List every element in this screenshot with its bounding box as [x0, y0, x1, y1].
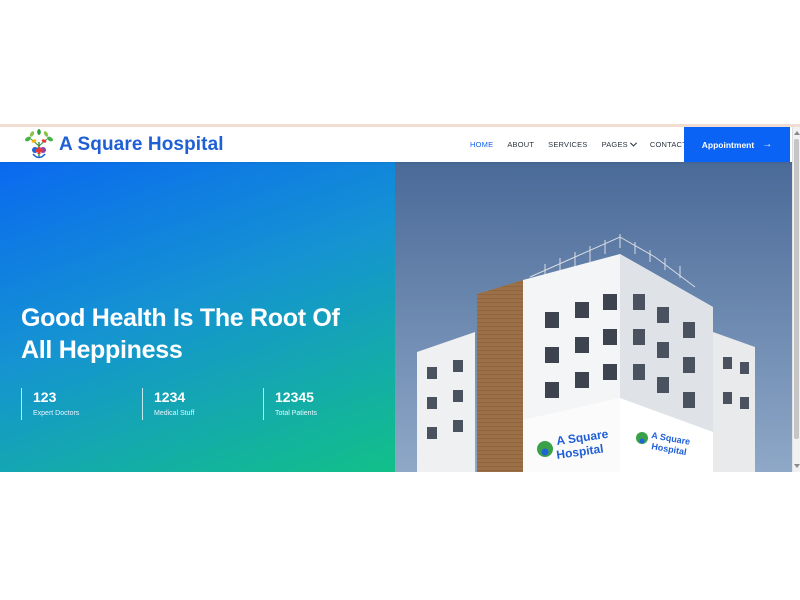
- stat-value: 123: [33, 389, 57, 405]
- stat-label: Total Patients: [275, 410, 318, 417]
- nav-services[interactable]: SERVICES: [548, 140, 587, 149]
- tree-medical-logo-icon: [25, 128, 53, 158]
- main-nav: HOME ABOUT SERVICES PAGES CONTACT: [470, 127, 687, 162]
- stat-label: Expert Doctors: [33, 410, 80, 417]
- stat-value: 1234: [154, 389, 186, 405]
- stat-expert-doctors: 123 Expert Doctors: [21, 388, 142, 420]
- arrow-right-icon: →: [762, 139, 773, 150]
- nav-contact[interactable]: CONTACT: [650, 140, 687, 149]
- stat-total-patients: 12345 Total Patients: [263, 388, 384, 420]
- stat-label: Medical Stuff: [154, 410, 195, 417]
- nav-pages[interactable]: PAGES: [601, 139, 637, 149]
- page-scrollbar[interactable]: [792, 127, 800, 472]
- nav-home[interactable]: HOME: [470, 140, 493, 149]
- chevron-down-icon: [629, 139, 637, 147]
- hero-title-line2: All Heppiness: [21, 336, 183, 364]
- scroll-down-icon[interactable]: [794, 464, 800, 468]
- hospital-building-illustration: A Square Hospital A Square Hospital: [395, 162, 792, 472]
- scroll-up-icon[interactable]: [794, 131, 800, 135]
- brand-name: A Square Hospital: [59, 133, 224, 155]
- nav-pages-label: PAGES: [601, 140, 628, 149]
- brand-link[interactable]: A Square Hospital: [22, 128, 224, 161]
- hero-panel: Good Health Is The Root Of All Heppiness…: [0, 162, 395, 472]
- scrollbar-thumb[interactable]: [794, 139, 799, 439]
- hero-title-line1: Good Health Is The Root Of: [21, 304, 340, 332]
- nav-about[interactable]: ABOUT: [507, 140, 534, 149]
- hospital-building-photo: A Square Hospital A Square Hospital: [395, 162, 792, 472]
- navbar: A Square Hospital HOME ABOUT SERVICES PA…: [0, 127, 792, 162]
- browser-viewport: A Square Hospital HOME ABOUT SERVICES PA…: [0, 127, 800, 472]
- hero-title: Good Health Is The Root Of All Heppiness: [21, 302, 381, 366]
- stat-medical-stuff: 1234 Medical Stuff: [142, 388, 263, 420]
- stat-value: 12345: [275, 389, 314, 405]
- stats-row: 123 Expert Doctors 1234 Medical Stuff 12…: [21, 388, 384, 420]
- appointment-label: Appointment: [701, 139, 755, 150]
- appointment-button[interactable]: Appointment →: [684, 127, 790, 162]
